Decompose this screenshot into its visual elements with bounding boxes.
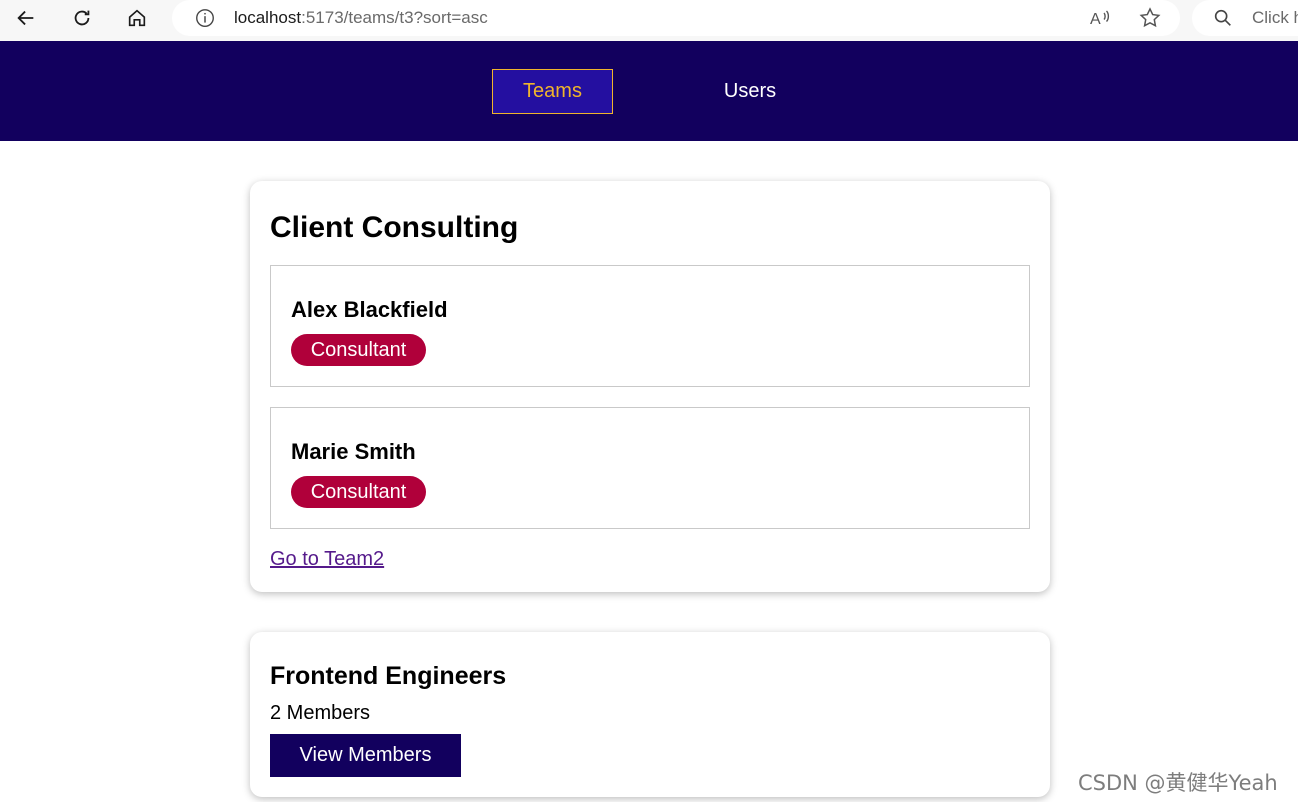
browser-search-box[interactable]: Click h: [1192, 0, 1298, 36]
read-aloud-icon[interactable]: A: [1088, 6, 1112, 30]
back-icon: [17, 10, 34, 26]
back-button[interactable]: [10, 4, 42, 32]
tab-teams[interactable]: Teams: [492, 69, 613, 114]
team-detail-card: Client Consulting Alex Blackfield Consul…: [250, 181, 1050, 592]
member-card: Marie Smith Consultant: [270, 407, 1030, 529]
favorite-star-icon[interactable]: [1138, 6, 1162, 30]
team-summary-card: Frontend Engineers 2 Members View Member…: [250, 632, 1050, 797]
member-name: Marie Smith: [291, 439, 416, 464]
member-card: Alex Blackfield Consultant: [270, 265, 1030, 387]
url-path: :5173/teams/t3?sort=asc: [301, 8, 488, 27]
role-badge: Consultant: [291, 334, 426, 366]
url-text[interactable]: localhost:5173/teams/t3?sort=asc: [234, 8, 488, 28]
home-icon: [128, 9, 146, 27]
search-placeholder: Click h: [1252, 8, 1298, 27]
svg-text:A: A: [1090, 11, 1101, 28]
home-button[interactable]: [121, 4, 153, 32]
role-badge: Consultant: [291, 476, 426, 508]
team-title: Client Consulting: [270, 211, 519, 244]
refresh-icon: [74, 10, 90, 26]
info-icon[interactable]: [194, 7, 216, 29]
browser-toolbar: localhost:5173/teams/t3?sort=asc A Click…: [0, 0, 1298, 41]
member-count: 2 Members: [270, 702, 371, 724]
app-header: Teams Users: [0, 41, 1298, 141]
member-name: Alex Blackfield: [291, 297, 448, 322]
tab-users[interactable]: Users: [700, 69, 800, 114]
team-title: Frontend Engineers: [270, 662, 507, 690]
go-to-team-link[interactable]: Go to Team2: [270, 548, 384, 571]
watermark: CSDN @黄健华Yeah: [1078, 771, 1278, 795]
view-members-button[interactable]: View Members: [270, 734, 461, 777]
search-icon: [1214, 9, 1231, 26]
address-bar[interactable]: localhost:5173/teams/t3?sort=asc A: [172, 0, 1180, 36]
refresh-button[interactable]: [66, 4, 98, 32]
url-host: localhost: [234, 8, 302, 27]
